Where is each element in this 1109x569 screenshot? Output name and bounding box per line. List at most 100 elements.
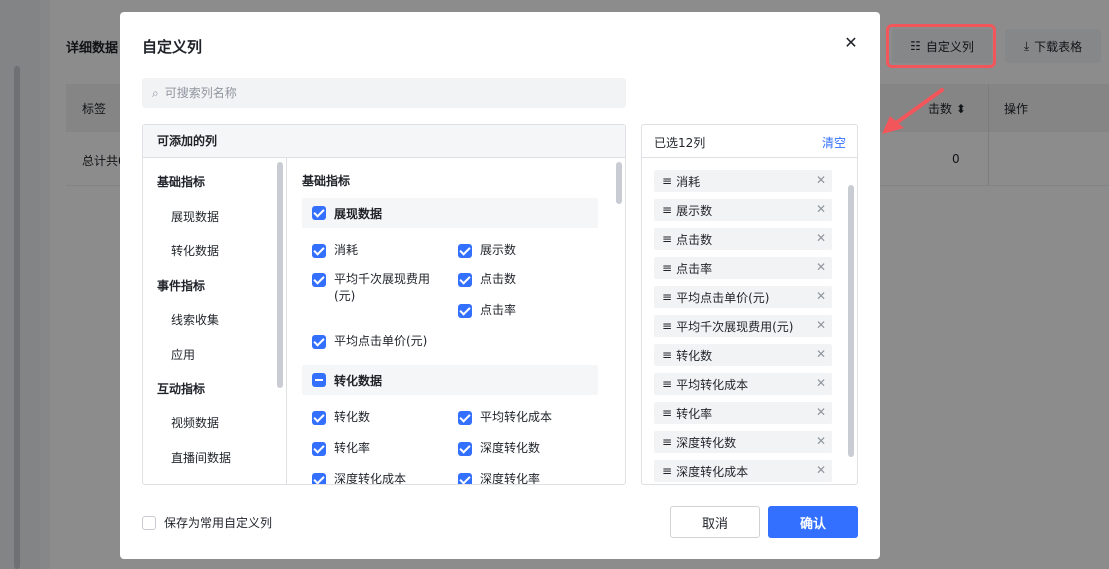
- remove-icon[interactable]: ✕: [816, 405, 826, 419]
- option-ctr-label: 点击率: [480, 303, 517, 317]
- selected-tag[interactable]: ≡ 深度转化成本 ✕: [654, 460, 832, 482]
- checkbox-clicks[interactable]: [458, 273, 472, 287]
- available-columns-title: 可添加的列: [143, 125, 625, 158]
- category-video-data[interactable]: 视频数据: [171, 414, 219, 431]
- option-avg-conversion-cost[interactable]: 平均转化成本: [458, 409, 552, 426]
- selected-tag[interactable]: ≡ 点击数 ✕: [654, 228, 832, 250]
- option-impressions[interactable]: 展示数: [458, 242, 516, 259]
- drag-handle-icon[interactable]: ≡: [662, 174, 672, 188]
- drag-handle-icon[interactable]: ≡: [662, 203, 672, 217]
- remove-icon[interactable]: ✕: [816, 376, 826, 390]
- category-impression-data[interactable]: 展现数据: [171, 208, 219, 225]
- group-impression-checkbox[interactable]: [312, 206, 326, 220]
- checkbox-cost[interactable]: [312, 244, 326, 258]
- option-deep-conversion-rate[interactable]: 深度转化率: [458, 471, 540, 484]
- checkbox-deep-conversion-cost[interactable]: [312, 473, 326, 484]
- drag-handle-icon[interactable]: ≡: [662, 406, 672, 420]
- dialog-title: 自定义列: [142, 38, 203, 56]
- remove-icon[interactable]: ✕: [816, 318, 826, 332]
- selected-tag-label: 平均转化成本: [676, 377, 749, 392]
- category-live-room-data[interactable]: 直播间数据: [171, 449, 231, 466]
- checkbox-cpm[interactable]: [312, 273, 326, 287]
- remove-icon[interactable]: ✕: [816, 173, 826, 187]
- annotation-arrow-icon: [882, 88, 944, 134]
- group-conversion-data[interactable]: 转化数据: [302, 365, 598, 395]
- category-list: 基础指标 展现数据 转化数据 事件指标 线索收集 应用 互动指标 视频数据 直播…: [143, 158, 287, 484]
- group-impression-label: 展现数据: [334, 206, 383, 221]
- remove-icon[interactable]: ✕: [816, 260, 826, 274]
- option-conversions-label: 转化数: [334, 410, 371, 424]
- selected-tag-label: 平均千次展现费用(元): [676, 319, 794, 334]
- checkbox-deep-conversion-rate[interactable]: [458, 473, 472, 484]
- option-cost[interactable]: 消耗: [312, 242, 358, 259]
- drag-handle-icon[interactable]: ≡: [662, 464, 672, 478]
- cancel-button[interactable]: 取消: [670, 506, 760, 538]
- remove-icon[interactable]: ✕: [816, 463, 826, 477]
- option-cpc[interactable]: 平均点击单价(元): [312, 333, 427, 350]
- selected-tag[interactable]: ≡ 平均点击单价(元) ✕: [654, 286, 832, 308]
- category-interaction-metrics[interactable]: 互动指标: [157, 380, 205, 397]
- option-ctr[interactable]: 点击率: [458, 302, 516, 319]
- drag-handle-icon[interactable]: ≡: [662, 261, 672, 275]
- category-application[interactable]: 应用: [171, 346, 195, 363]
- checkbox-avg-conversion-cost[interactable]: [458, 411, 472, 425]
- selected-tag[interactable]: ≡ 消耗 ✕: [654, 170, 832, 192]
- remove-icon[interactable]: ✕: [816, 289, 826, 303]
- selected-tag[interactable]: ≡ 平均千次展现费用(元) ✕: [654, 315, 832, 337]
- drag-handle-icon[interactable]: ≡: [662, 348, 672, 362]
- option-cost-label: 消耗: [334, 243, 359, 257]
- options-scrollbar[interactable]: [616, 162, 622, 204]
- remove-icon[interactable]: ✕: [816, 202, 826, 216]
- selected-tag-label: 深度转化成本: [676, 464, 749, 479]
- selected-tag[interactable]: ≡ 展示数 ✕: [654, 199, 832, 221]
- selected-columns-panel: 已选12列 清空 ≡ 消耗 ✕ ≡ 展示数 ✕ ≡ 点击数 ✕ ≡ 点击率 ✕ ≡ 平均点击单价(…: [641, 124, 858, 485]
- category-conversion-data[interactable]: 转化数据: [171, 242, 219, 259]
- selected-tag[interactable]: ≡ 转化数 ✕: [654, 344, 832, 366]
- option-clicks-label: 点击数: [480, 272, 517, 286]
- option-cpc-label: 平均点击单价(元): [334, 334, 428, 348]
- remove-icon[interactable]: ✕: [816, 434, 826, 448]
- checkbox-cpc[interactable]: [312, 335, 326, 349]
- drag-handle-icon[interactable]: ≡: [662, 232, 672, 246]
- option-deep-conversion-cost[interactable]: 深度转化成本: [312, 471, 407, 485]
- option-clicks[interactable]: 点击数: [458, 271, 516, 288]
- checkbox-impressions[interactable]: [458, 244, 472, 258]
- category-basic-metrics[interactable]: 基础指标: [157, 173, 205, 190]
- category-scrollbar[interactable]: [277, 162, 283, 388]
- option-deep-conversions[interactable]: 深度转化数: [458, 440, 540, 457]
- category-event-metrics[interactable]: 事件指标: [157, 277, 205, 294]
- selected-tag[interactable]: ≡ 平均转化成本 ✕: [654, 373, 832, 395]
- checkbox-deep-conversions[interactable]: [458, 442, 472, 456]
- option-cpm-label: 平均千次展现费用(元): [334, 272, 431, 303]
- remove-icon[interactable]: ✕: [816, 347, 826, 361]
- category-lead-collection[interactable]: 线索收集: [171, 311, 219, 328]
- remove-icon[interactable]: ✕: [816, 231, 826, 245]
- clear-button[interactable]: 清空: [822, 134, 846, 151]
- selected-tag[interactable]: ≡ 点击率 ✕: [654, 257, 832, 279]
- confirm-button[interactable]: 确认: [768, 506, 858, 538]
- drag-handle-icon[interactable]: ≡: [662, 319, 672, 333]
- checkbox-ctr[interactable]: [458, 304, 472, 318]
- save-common-checkbox[interactable]: [142, 515, 156, 530]
- options-heading: 基础指标: [302, 174, 351, 188]
- selected-tag[interactable]: ≡ 深度转化数 ✕: [654, 431, 832, 453]
- save-common-option[interactable]: 保存为常用自定义列: [142, 514, 272, 531]
- search-icon: ⌕: [152, 85, 159, 100]
- selected-tag[interactable]: ≡ 转化率 ✕: [654, 402, 832, 424]
- group-impression-data[interactable]: 展现数据: [302, 198, 598, 228]
- drag-handle-icon[interactable]: ≡: [662, 377, 672, 391]
- close-icon[interactable]: ✕: [842, 34, 860, 52]
- search-input[interactable]: [164, 86, 605, 100]
- option-deep-conversion-cost-label: 深度转化成本: [334, 472, 407, 485]
- option-cpm[interactable]: 平均千次展现费用(元): [312, 271, 442, 305]
- checkbox-conversion-rate[interactable]: [312, 442, 326, 456]
- option-conversions[interactable]: 转化数: [312, 409, 370, 426]
- available-columns-panel: 可添加的列 基础指标 展现数据 转化数据 事件指标 线索收集 应用 互动指标 视…: [142, 124, 626, 485]
- selected-scrollbar[interactable]: [848, 185, 854, 457]
- option-conversion-rate[interactable]: 转化率: [312, 440, 370, 457]
- checkbox-conversions[interactable]: [312, 411, 326, 425]
- save-common-label: 保存为常用自定义列: [164, 516, 273, 530]
- drag-handle-icon[interactable]: ≡: [662, 290, 672, 304]
- drag-handle-icon[interactable]: ≡: [662, 435, 672, 449]
- group-conversion-checkbox[interactable]: [312, 373, 326, 387]
